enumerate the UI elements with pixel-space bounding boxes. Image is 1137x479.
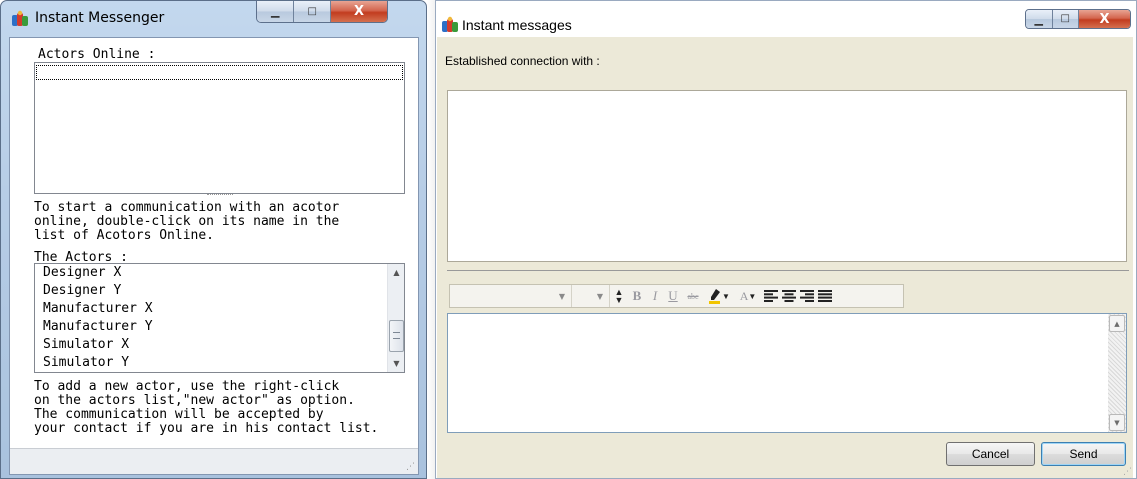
maximize-icon: □	[307, 5, 317, 17]
resize-grip-icon[interactable]: ⋰	[1123, 467, 1132, 477]
font-family-combo[interactable]: ▼	[450, 285, 572, 307]
status-bar: ⋰	[10, 448, 418, 474]
list-item[interactable]: Designer X	[35, 264, 378, 282]
chevron-down-icon: ▼	[596, 291, 603, 301]
input-scrollbar[interactable]: ▲ ▼	[1108, 314, 1126, 432]
scroll-thumb[interactable]	[389, 320, 404, 352]
formatting-toolbar: ▼ ▼ ▲ ▼ B I U abc ▼ A ▼	[449, 284, 904, 308]
messages-titlebar: Instant messages ▁ □ X	[436, 1, 1136, 35]
splitter-handle[interactable]	[447, 267, 1129, 271]
window-title: Instant Messenger	[35, 10, 165, 26]
resize-grip-icon[interactable]: ⋰	[406, 462, 415, 472]
highlight-color-icon[interactable]: ▼	[705, 287, 733, 305]
cancel-button[interactable]: Cancel	[946, 442, 1035, 466]
font-size-combo[interactable]: ▼	[572, 285, 610, 307]
connection-label: Established connection with :	[445, 54, 600, 68]
maximize-button[interactable]: □	[1052, 10, 1079, 28]
window-title: Instant messages	[462, 17, 572, 33]
splitter-handle[interactable]	[207, 194, 233, 198]
messenger-app-icon	[12, 10, 28, 26]
strikethrough-icon[interactable]: abc	[683, 287, 703, 305]
minimize-icon: ▁	[270, 5, 280, 18]
actors-list[interactable]: Designer X Designer Y Manufacturer X Man…	[34, 263, 405, 373]
actors-online-label: Actors Online :	[38, 47, 156, 62]
underline-icon[interactable]: U	[665, 287, 681, 305]
maximize-icon: □	[1060, 13, 1070, 24]
list-focus-rect	[36, 65, 403, 80]
close-button[interactable]: X	[330, 1, 387, 22]
scroll-down-icon[interactable]: ▼	[388, 355, 404, 372]
grip-icon	[393, 332, 400, 339]
list-item[interactable]: Designer Y	[35, 282, 378, 300]
list-item[interactable]: Simulator X	[35, 336, 378, 354]
list-item[interactable]: Simulator Y	[35, 354, 378, 372]
maximize-button[interactable]: □	[294, 1, 331, 22]
minimize-button[interactable]: ▁	[257, 1, 295, 22]
minimize-icon: ▁	[1034, 12, 1043, 26]
size-spinner-icon[interactable]: ▲ ▼	[611, 287, 627, 305]
scroll-up-icon[interactable]: ▲	[1109, 315, 1125, 332]
window-caption-buttons: ▁ □ X	[1025, 9, 1131, 29]
actors-online-list[interactable]	[34, 62, 405, 194]
online-hint-text: To start a communication with an acotor …	[34, 200, 340, 243]
scroll-up-icon[interactable]: ▲	[388, 264, 404, 281]
window-caption-buttons: ▁ □ X	[256, 1, 388, 23]
scroll-down-icon[interactable]: ▼	[1109, 414, 1125, 431]
list-item[interactable]: Manufacturer X	[35, 300, 378, 318]
messages-window: Instant messages ▁ □ X Established conne…	[435, 0, 1137, 479]
font-color-icon[interactable]: A ▼	[735, 287, 761, 305]
align-right-icon[interactable]	[799, 287, 815, 305]
close-button[interactable]: X	[1079, 10, 1130, 28]
close-icon: X	[353, 4, 364, 19]
window-gap	[427, 0, 435, 479]
actors-items: Designer X Designer Y Manufacturer X Man…	[35, 264, 378, 372]
bold-icon[interactable]: B	[629, 287, 645, 305]
align-left-icon[interactable]	[763, 287, 779, 305]
conversation-history[interactable]	[447, 90, 1127, 262]
minimize-button[interactable]: ▁	[1026, 10, 1053, 28]
messenger-app-icon	[442, 16, 458, 32]
messenger-client-area: Actors Online : To start a communication…	[9, 37, 419, 475]
justify-icon[interactable]	[817, 287, 833, 305]
align-center-icon[interactable]	[781, 287, 797, 305]
message-input[interactable]: ▲ ▼	[447, 313, 1127, 433]
list-item[interactable]: Manufacturer Y	[35, 318, 378, 336]
messenger-window: Instant Messenger ▁ □ X Actors Online : …	[0, 0, 427, 479]
close-icon: X	[1099, 11, 1110, 27]
actors-scrollbar[interactable]: ▲ ▼	[387, 264, 404, 372]
italic-icon[interactable]: I	[647, 287, 663, 305]
messages-client-area: Established connection with : ▼ ▼ ▲ ▼ B I…	[437, 37, 1133, 478]
chevron-down-icon: ▼	[558, 291, 565, 301]
add-actor-hint-text: To add a new actor, use the right-click …	[34, 379, 379, 436]
send-button[interactable]: Send	[1041, 442, 1126, 466]
